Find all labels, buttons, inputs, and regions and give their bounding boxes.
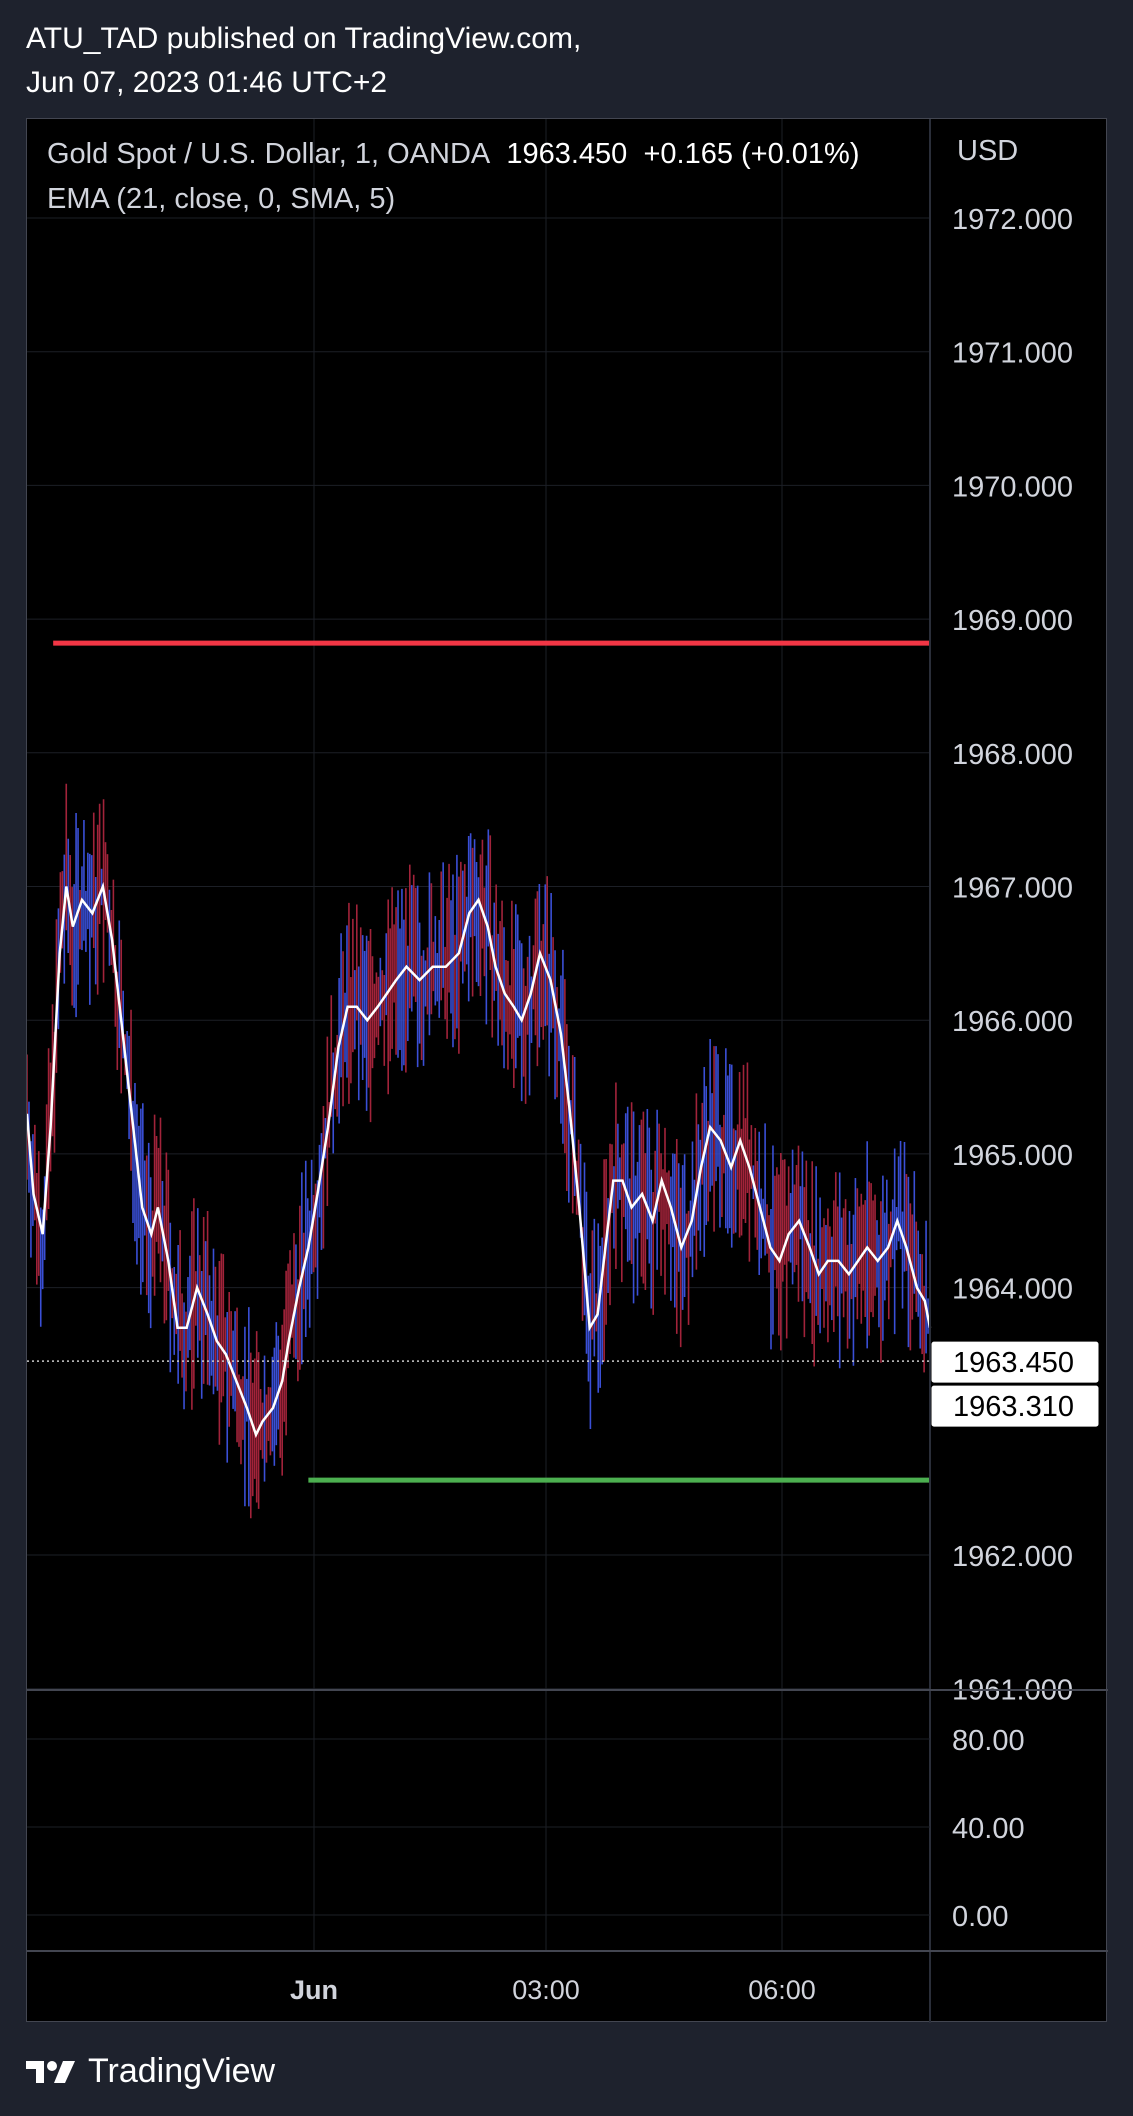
y-tick-label: 1969.000 xyxy=(952,605,1073,637)
y-tick-label: 1972.000 xyxy=(952,204,1073,236)
publish-info-line2: Jun 07, 2023 01:46 UTC+2 xyxy=(26,66,388,99)
x-tick-label: 06:00 xyxy=(748,1975,816,2005)
price-change: +0.165 (+0.01%) xyxy=(643,138,860,170)
y-tick-label: 1967.000 xyxy=(952,873,1073,905)
sub-y-tick-label: 0.00 xyxy=(952,1901,1008,1933)
symbol-name: Gold Spot / U.S. Dollar, 1, OANDA xyxy=(47,138,491,170)
last-price: 1963.450 xyxy=(506,138,628,170)
y-tick-label: 1971.000 xyxy=(952,338,1073,370)
x-tick-label: 03:00 xyxy=(512,1975,580,2005)
current-price-label: 1963.450 xyxy=(953,1347,1074,1379)
currency-label: USD xyxy=(957,135,1018,167)
y-tick-label: 1964.000 xyxy=(952,1274,1073,1306)
x-tick-label: Jun xyxy=(290,1975,338,2005)
y-tick-label: 1965.000 xyxy=(952,1140,1073,1172)
tradingview-logo-icon xyxy=(26,2060,75,2083)
y-tick-label: 1966.000 xyxy=(952,1006,1073,1038)
sub-y-tick-label: 40.00 xyxy=(952,1813,1025,1845)
chart-frame[interactable]: USD 1972.000 1971.000 1970.000 1969.000 1968.… xyxy=(26,118,1108,2023)
tradingview-logo[interactable]: TradingView xyxy=(26,2052,275,2091)
y-tick-label: 1962.000 xyxy=(952,1541,1073,1573)
footer-brand: TradingView xyxy=(88,2052,276,2090)
sub-y-tick-label: 80.00 xyxy=(952,1725,1025,1757)
y-tick-label: 1970.000 xyxy=(952,471,1073,503)
ema-price-label: 1963.310 xyxy=(953,1391,1074,1423)
y-tick-label: 1968.000 xyxy=(952,739,1073,771)
publish-info-line1: ATU_TAD published on TradingView.com, xyxy=(26,22,582,55)
symbol-legend: Gold Spot / U.S. Dollar, 1, OANDA 1963.4… xyxy=(47,138,860,171)
indicator-legend: EMA (21, close, 0, SMA, 5) xyxy=(47,183,396,215)
price-chart[interactable]: USD 1972.000 1971.000 1970.000 1969.000 1968.… xyxy=(27,119,1108,2023)
